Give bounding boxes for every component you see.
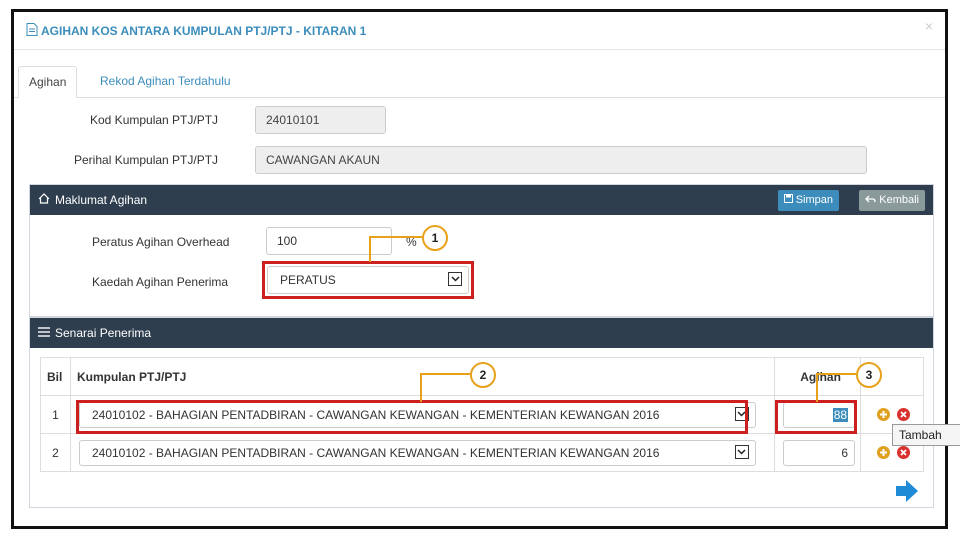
tab-agihan[interactable]: Agihan [18,66,78,98]
row-agihan-cell: 6 [774,433,862,472]
kod-kumpulan-field[interactable]: 24010101 [255,106,386,134]
peratus-agihan-label: Peratus Agihan Overhead [92,235,230,249]
maklumat-agihan-panel: Maklumat Agihan Simpan Kembali Peratus A… [29,184,934,317]
perihal-kumpulan-field[interactable]: CAWANGAN AKAUN [255,146,867,174]
plus-circle-icon[interactable] [877,446,891,459]
callout-3-connector-h [816,373,856,375]
col-kumpulan: Kumpulan PTJ/PTJ [69,357,776,396]
senarai-penerima-panel: Senarai Penerima Bil Kumpulan PTJ/PTJ Ag… [29,317,934,508]
agihan-input[interactable]: 6 [783,440,856,466]
modal-header: AGIHAN KOS ANTARA KUMPULAN PTJ/PTJ - KIT… [14,12,945,50]
row-bil: 1 [40,395,71,434]
kod-kumpulan-label: Kod Kumpulan PTJ/PTJ [90,113,219,127]
perihal-kumpulan-label: Perihal Kumpulan PTJ/PTJ [74,153,219,167]
chevron-down-icon[interactable] [734,445,749,459]
back-arrow-icon [865,190,876,211]
kumpulan-value: 24010102 - BAHAGIAN PENTADBIRAN - CAWANG… [91,446,660,460]
row-kumpulan-cell: 24010102 - BAHAGIAN PENTADBIRAN - CAWANG… [69,433,776,472]
list-icon [38,326,50,340]
table-row: 2 24010102 - BAHAGIAN PENTADBIRAN - CAWA… [40,433,924,472]
callout-3-connector [816,373,818,402]
modal-title-text: AGIHAN KOS ANTARA KUMPULAN PTJ/PTJ - KIT… [41,24,367,38]
close-icon[interactable]: × [925,18,933,34]
callout-1: 1 [422,225,448,251]
row-bil: 2 [40,433,71,472]
simpan-button[interactable]: Simpan [777,190,839,211]
callout-2-connector-h [420,373,470,375]
tab-bar: Agihan Rekod Agihan Terdahulu [14,66,945,98]
plus-circle-icon[interactable] [877,408,891,421]
modal-dialog: AGIHAN KOS ANTARA KUMPULAN PTJ/PTJ - KIT… [11,9,948,529]
next-arrow-icon[interactable] [894,478,920,507]
highlight-kumpulan [76,400,748,434]
tambah-tooltip: Tambah [892,424,960,446]
callout-3: 3 [856,362,882,388]
highlight-agihan [775,400,857,434]
document-icon [26,23,38,39]
col-bil: Bil [40,357,71,396]
tab-rekod-agihan-terdahulu[interactable]: Rekod Agihan Terdahulu [90,66,241,98]
simpan-label: Simpan [795,194,833,206]
remove-circle-icon[interactable] [897,446,911,459]
maklumat-agihan-header: Maklumat Agihan Simpan Kembali [30,185,933,215]
kaedah-agihan-label: Kaedah Agihan Penerima [92,275,229,289]
senarai-penerima-header: Senarai Penerima [30,318,933,348]
kumpulan-select[interactable]: 24010102 - BAHAGIAN PENTADBIRAN - CAWANG… [78,440,756,466]
modal-title: AGIHAN KOS ANTARA KUMPULAN PTJ/PTJ - KIT… [26,23,366,39]
maklumat-agihan-title: Maklumat Agihan [55,193,148,207]
callout-1-connector-h [369,236,422,238]
kembali-button[interactable]: Kembali [859,190,925,211]
remove-circle-icon[interactable] [897,408,911,421]
callout-2-connector [420,373,422,402]
highlight-kaedah [262,261,474,299]
peratus-agihan-input[interactable]: 100 [266,227,392,255]
callout-1-connector [369,236,371,262]
kembali-label: Kembali [879,194,919,206]
save-icon [783,190,793,211]
senarai-penerima-title: Senarai Penerima [55,326,152,340]
home-icon [38,193,50,207]
callout-2: 2 [470,362,496,388]
